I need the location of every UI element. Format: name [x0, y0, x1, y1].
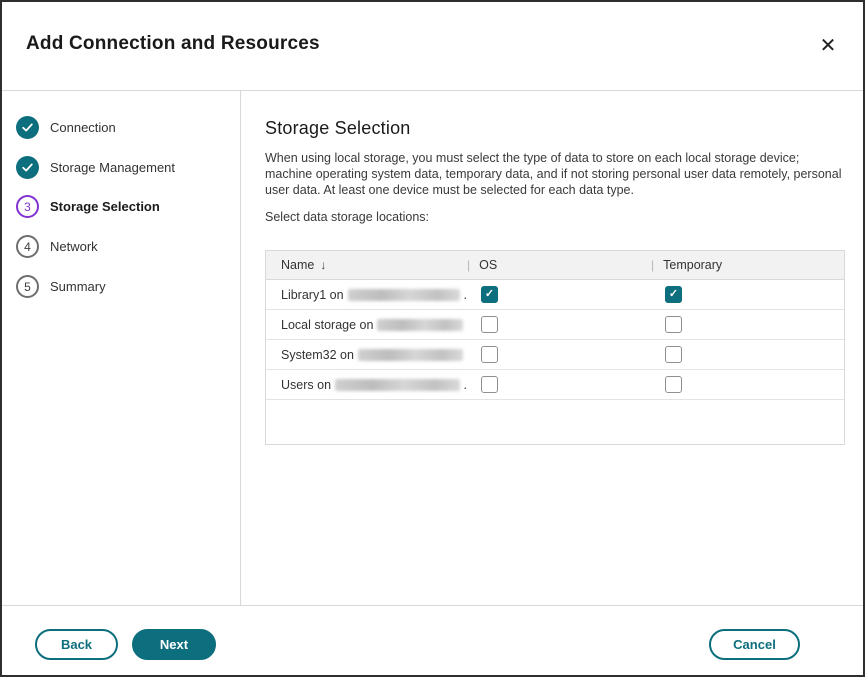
step-status-icon: 5 [16, 275, 39, 298]
page-title: Storage Selection [265, 118, 411, 139]
storage-name-text: Users on [281, 378, 331, 392]
temporary-cell: ✓ [651, 376, 844, 393]
os-checkbox[interactable]: ✓ [481, 286, 498, 303]
next-button[interactable]: Next [132, 629, 216, 660]
storage-row[interactable]: Library1 on . ✓ ✓ [266, 280, 844, 310]
os-checkbox[interactable]: ✓ [481, 316, 498, 333]
step-number: 3 [24, 200, 31, 214]
os-checkbox[interactable]: ✓ [481, 346, 498, 363]
close-icon[interactable]: ✕ [815, 32, 841, 58]
temporary-checkbox[interactable]: ✓ [665, 286, 682, 303]
temporary-cell: ✓ [651, 346, 844, 363]
storage-name-cell: Local storage on [266, 318, 467, 332]
os-cell: ✓ [467, 346, 651, 363]
storage-name-cell: System32 on [266, 348, 467, 362]
step-label: Storage Selection [50, 199, 160, 214]
storage-name-text: Library1 on [281, 288, 344, 302]
back-button[interactable]: Back [35, 629, 118, 660]
os-cell: ✓ [467, 376, 651, 393]
step-status-icon [16, 156, 39, 179]
storage-name-cell: Library1 on . [266, 288, 467, 302]
temporary-cell: ✓ [651, 316, 844, 333]
step-label: Storage Management [50, 160, 175, 175]
sidebar-item-summary[interactable]: 5 Summary [16, 275, 106, 298]
os-column-label: OS [479, 258, 497, 272]
sort-descending-icon: ↓ [320, 258, 326, 272]
footer-divider [2, 605, 863, 606]
step-status-icon [16, 116, 39, 139]
column-divider: | [467, 258, 470, 272]
storage-name-cell: Users on . [266, 378, 467, 392]
storage-row[interactable]: System32 on ✓ ✓ [266, 340, 844, 370]
sidebar-item-connection[interactable]: Connection [16, 116, 116, 139]
column-divider: | [651, 258, 654, 272]
dialog-title: Add Connection and Resources [26, 33, 320, 55]
step-number: 4 [24, 240, 31, 254]
select-locations-label: Select data storage locations: [265, 210, 429, 224]
table-header-row: Name ↓ | OS | Temporary [266, 251, 844, 280]
sidebar-item-network[interactable]: 4 Network [16, 235, 98, 258]
storage-row[interactable]: Local storage on ✓ ✓ [266, 310, 844, 340]
temporary-cell: ✓ [651, 286, 844, 303]
step-status-icon: 3 [16, 195, 39, 218]
redacted-server-name [377, 319, 463, 331]
add-connection-dialog: Add Connection and Resources ✕ Connectio… [0, 0, 865, 677]
step-label: Connection [50, 120, 116, 135]
redacted-server-name [358, 349, 463, 361]
sidebar-item-storage-selection[interactable]: 3 Storage Selection [16, 195, 160, 218]
table-empty-area [266, 400, 844, 444]
temporary-column-label: Temporary [663, 258, 722, 272]
wizard-steps-sidebar: Connection Storage Management 3 Storage … [2, 91, 240, 605]
page-description: When using local storage, you must selec… [265, 150, 849, 198]
storage-name-text: System32 on [281, 348, 354, 362]
step-label: Summary [50, 279, 106, 294]
temporary-checkbox[interactable]: ✓ [665, 346, 682, 363]
os-cell: ✓ [467, 286, 651, 303]
storage-row[interactable]: Users on . ✓ ✓ [266, 370, 844, 400]
name-column-label: Name [281, 258, 314, 272]
temporary-checkbox[interactable]: ✓ [665, 376, 682, 393]
redacted-server-name [348, 289, 460, 301]
sidebar-divider [240, 91, 241, 605]
storage-name-text: Local storage on [281, 318, 373, 332]
step-label: Network [50, 239, 98, 254]
os-checkbox[interactable]: ✓ [481, 376, 498, 393]
sidebar-item-storage-management[interactable]: Storage Management [16, 156, 175, 179]
column-header-temporary: | Temporary [651, 258, 844, 272]
step-number: 5 [24, 280, 31, 294]
temporary-checkbox[interactable]: ✓ [665, 316, 682, 333]
column-header-name[interactable]: Name ↓ [266, 258, 467, 272]
os-cell: ✓ [467, 316, 651, 333]
column-header-os: | OS [467, 258, 651, 272]
storage-locations-table: Name ↓ | OS | Temporary Library1 on . ✓ [265, 250, 845, 445]
step-status-icon: 4 [16, 235, 39, 258]
redacted-server-name [335, 379, 459, 391]
cancel-button[interactable]: Cancel [709, 629, 800, 660]
